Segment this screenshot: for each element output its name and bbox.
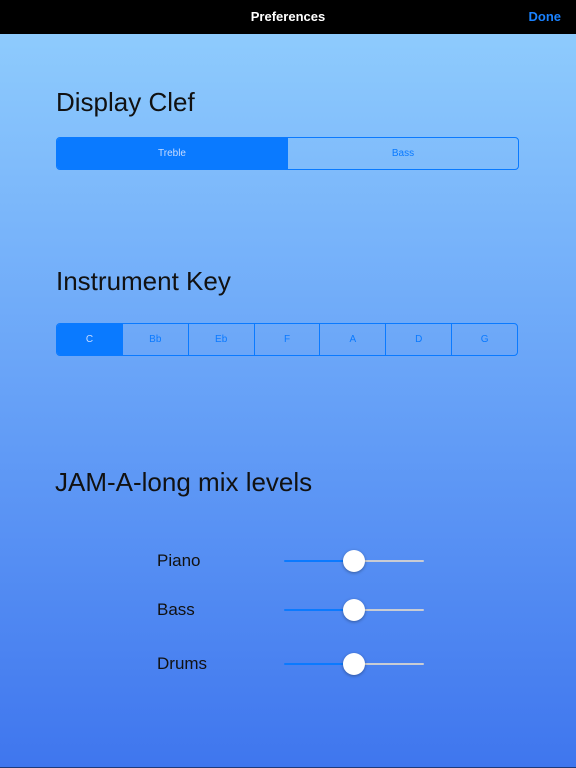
segment-key-bb[interactable]: Bb (121, 324, 188, 355)
instrument-key-segmented-control: C Bb Eb F A D G (56, 323, 518, 356)
display-clef-segmented-control: Treble Bass (56, 137, 519, 170)
slider-thumb[interactable] (343, 599, 365, 621)
bass-label: Bass (157, 600, 195, 619)
segment-bass[interactable]: Bass (287, 138, 518, 169)
segment-key-a[interactable]: A (319, 324, 385, 355)
segment-key-d[interactable]: D (385, 324, 451, 355)
slider-thumb[interactable] (343, 653, 365, 675)
segment-treble[interactable]: Treble (57, 138, 287, 169)
piano-slider[interactable] (284, 547, 424, 575)
display-clef-title: Display Clef (56, 87, 195, 117)
done-button[interactable]: Done (529, 9, 562, 24)
piano-label: Piano (157, 551, 201, 570)
drums-slider[interactable] (284, 650, 424, 678)
segment-key-eb[interactable]: Eb (187, 324, 254, 355)
segment-key-f[interactable]: F (253, 324, 320, 355)
slider-thumb[interactable] (343, 550, 365, 572)
instrument-key-title: Instrument Key (56, 266, 231, 296)
mix-levels-title: JAM-A-long mix levels (55, 467, 313, 497)
drums-label: Drums (157, 654, 208, 673)
bass-slider[interactable] (284, 596, 424, 624)
navigation-bar: Preferences Done (0, 0, 576, 34)
page-title: Preferences (250, 9, 326, 24)
segment-key-c[interactable]: C (57, 324, 122, 355)
segment-key-g[interactable]: G (451, 324, 517, 355)
